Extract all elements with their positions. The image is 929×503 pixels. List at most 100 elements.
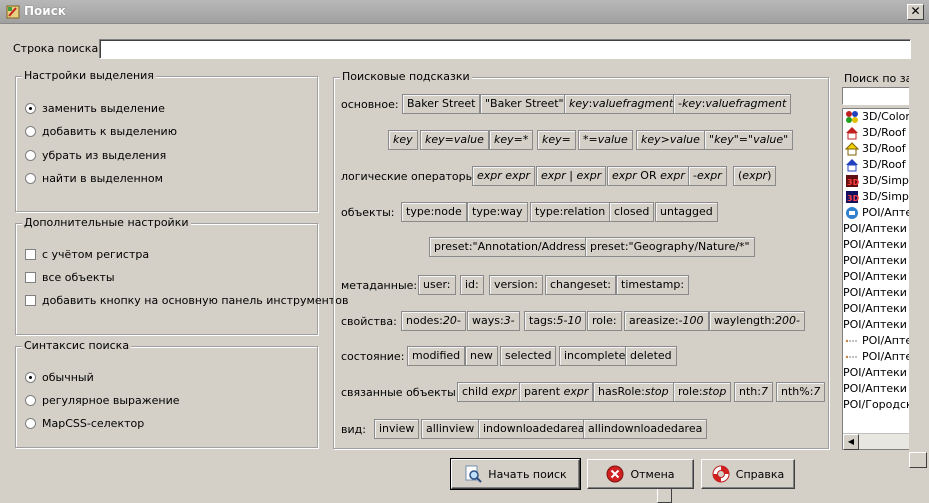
hint-chip[interactable]: ways:3-	[467, 311, 520, 331]
preset-list-item[interactable]: POI/Аптеки и	[843, 317, 911, 333]
preset-list-item[interactable]: POI/Апте	[845, 349, 911, 365]
preset-list-item[interactable]: 3D/Colors	[845, 109, 911, 125]
hint-chip[interactable]: selected	[500, 346, 557, 366]
hint-chip[interactable]: Baker Street	[402, 94, 481, 114]
hint-chip[interactable]: expr | expr	[536, 166, 607, 186]
hint-chip[interactable]: key=	[537, 130, 576, 150]
preset-list-item[interactable]: POI/Апте	[845, 333, 911, 349]
hint-chip[interactable]: nodes:20-	[401, 311, 466, 331]
hint-chip[interactable]: changeset:	[545, 275, 616, 295]
hint-chip[interactable]: expr OR expr	[607, 166, 690, 186]
hint-chip[interactable]: key>value	[636, 130, 705, 150]
hint-chip[interactable]: tags:5-10	[524, 311, 587, 331]
preset-list-hscrollbar[interactable]: ◀	[843, 433, 911, 450]
hint-chip[interactable]: role:stop	[673, 382, 732, 402]
preset-list[interactable]: 3D/Colors 3D/Roof 3D/Roof l 3D/Roof s 3D 3D/S…	[842, 108, 912, 450]
checkbox-control[interactable]	[25, 295, 36, 306]
hint-chip[interactable]: hasRole:stop	[593, 382, 674, 402]
preset-list-item[interactable]: 3D/Roof s	[845, 157, 911, 173]
hint-chip[interactable]: type:relation	[530, 202, 611, 222]
radio-add-selection[interactable]: добавить к выделению	[25, 125, 177, 138]
hint-chip[interactable]: allinview	[421, 419, 480, 439]
hint-chip[interactable]: incomplete	[559, 346, 631, 366]
scroll-left-icon[interactable]: ◀	[843, 434, 859, 450]
checkbox-control[interactable]	[25, 249, 36, 260]
hint-chip[interactable]: preset:"Geography/Nature/*"	[585, 237, 755, 257]
preset-list-item[interactable]: POI/Апте	[845, 205, 911, 221]
window-vertical-scrollbar[interactable]	[909, 60, 929, 485]
close-button[interactable]: ✕	[907, 4, 924, 20]
radio-find-in-selection[interactable]: найти в выделенном	[25, 172, 163, 185]
hint-chip[interactable]: preset:"Annotation/Address"	[429, 237, 596, 257]
preset-item-label: 3D/Roof l	[862, 142, 912, 155]
radio-syntax-regex[interactable]: регулярное выражение	[25, 394, 180, 407]
hint-chip[interactable]: allindownloadedarea	[583, 419, 708, 439]
radio-control[interactable]	[25, 395, 36, 406]
checkbox-control[interactable]	[25, 272, 36, 283]
radio-syntax-mapcss[interactable]: MapCSS-селектор	[25, 417, 144, 430]
hint-chip[interactable]: nth%:7	[776, 382, 826, 402]
hint-chip[interactable]: timestamp:	[616, 275, 690, 295]
cancel-button[interactable]: Отмена	[587, 459, 694, 489]
preset-list-item[interactable]: POI/Аптеки и	[843, 365, 911, 381]
hint-chip[interactable]: version:	[489, 275, 543, 295]
hint-chip[interactable]: "key"="value"	[704, 130, 794, 150]
preset-list-item[interactable]: POI/Аптеки и	[843, 381, 911, 397]
hint-chip[interactable]: "Baker Street"	[480, 94, 569, 114]
hint-chip[interactable]: new	[465, 346, 498, 366]
radio-control[interactable]	[25, 126, 36, 137]
radio-replace-selection[interactable]: заменить выделение	[25, 102, 165, 115]
hint-chip[interactable]: inview	[374, 419, 420, 439]
preset-list-item[interactable]: POI/Городск	[843, 397, 911, 413]
radio-syntax-normal[interactable]: обычный	[25, 371, 94, 384]
hint-chip[interactable]: nth:7	[734, 382, 773, 402]
hint-chip[interactable]: type:node	[401, 202, 467, 222]
checkbox-all-objects[interactable]: все объекты	[25, 271, 115, 284]
radio-remove-selection[interactable]: убрать из выделения	[25, 149, 166, 162]
radio-control[interactable]	[25, 372, 36, 383]
hint-chip[interactable]: key=value	[420, 130, 489, 150]
radio-control[interactable]	[25, 150, 36, 161]
hint-chip[interactable]: modified	[407, 346, 466, 366]
hint-chip[interactable]: deleted	[625, 346, 677, 366]
hint-chip[interactable]: waylength:200-	[709, 311, 805, 331]
preset-list-item[interactable]: POI/Аптеки и	[843, 221, 911, 237]
hint-chip[interactable]: untagged	[655, 202, 718, 222]
preset-list-item[interactable]: 3D/Roof l	[845, 141, 912, 157]
preset-list-item[interactable]: 3D3D/Simple	[845, 189, 911, 205]
hint-chip[interactable]: areasize:-100	[624, 311, 709, 331]
start-search-button[interactable]: Начать поиск	[450, 458, 581, 490]
preset-list-item[interactable]: POI/Аптеки и	[843, 237, 911, 253]
preset-list-item[interactable]: 3D3D/Simple	[845, 173, 911, 189]
hint-chip[interactable]: -key:valuefragment	[673, 94, 792, 114]
hint-chip[interactable]: expr expr	[472, 166, 536, 186]
preset-list-item[interactable]: POI/Аптеки и	[843, 301, 911, 317]
hint-chip[interactable]: id:	[460, 275, 484, 295]
preset-list-item[interactable]: POI/Аптеки и	[843, 269, 911, 285]
hint-chip[interactable]: key	[388, 130, 418, 150]
search-input[interactable]	[99, 39, 911, 59]
hint-chip[interactable]: parent expr	[519, 382, 594, 402]
hint-chip[interactable]: user:	[418, 275, 456, 295]
preset-list-item[interactable]: POI/Аптеки и	[843, 285, 911, 301]
hint-chip[interactable]: child expr	[457, 382, 522, 402]
vertical-scroll-thumb[interactable]	[909, 452, 927, 468]
hint-chip[interactable]: closed	[609, 202, 655, 222]
help-button[interactable]: Справка	[701, 459, 795, 489]
hint-chip[interactable]: role:	[587, 311, 622, 331]
hint-chip[interactable]: (expr)	[733, 166, 777, 186]
radio-control[interactable]	[25, 173, 36, 184]
preset-filter-input[interactable]	[842, 87, 912, 105]
hint-chip[interactable]: type:way	[467, 202, 528, 222]
hint-chip[interactable]: *=value	[578, 130, 633, 150]
preset-list-item[interactable]: 3D/Roof	[845, 125, 906, 141]
checkbox-case-sensitive[interactable]: с учётом регистра	[25, 248, 149, 261]
hint-chip[interactable]: -expr	[688, 166, 727, 186]
checkbox-add-toolbar-button[interactable]: добавить кнопку на основную панель инстр…	[25, 294, 348, 307]
radio-control[interactable]	[25, 418, 36, 429]
hint-chip[interactable]: key=*	[489, 130, 534, 150]
hint-chip[interactable]: key:valuefragment	[564, 94, 679, 114]
preset-list-item[interactable]: POI/Аптеки и	[843, 253, 911, 269]
radio-control[interactable]	[25, 103, 36, 114]
hint-chip[interactable]: indownloadedarea	[478, 419, 590, 439]
